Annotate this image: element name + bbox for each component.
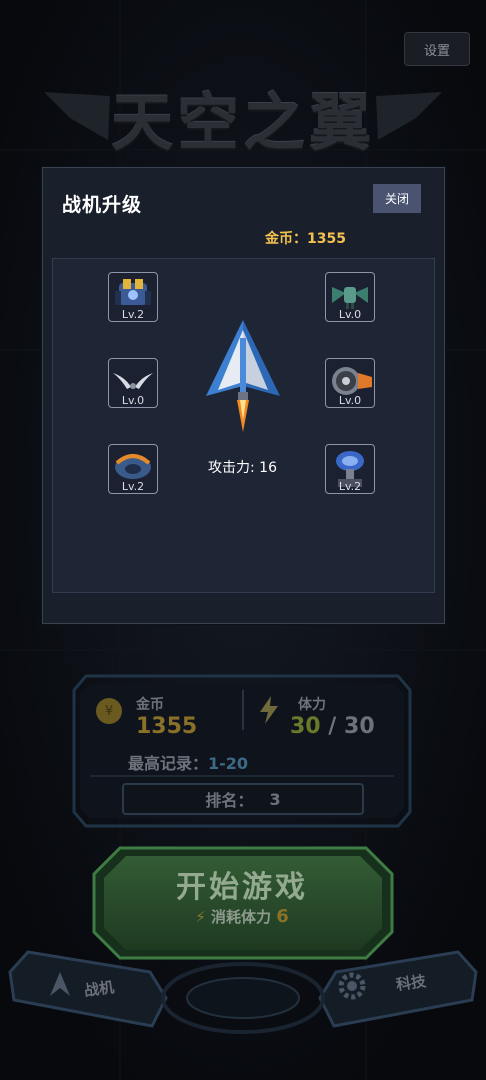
rank-label: 排名： bbox=[205, 791, 254, 810]
stamina-value: 30 / 30 bbox=[290, 714, 375, 739]
coin-value: 1355 bbox=[136, 714, 198, 739]
start-game-button[interactable]: 开始游戏 bbox=[94, 862, 390, 906]
slot-level: Lv.2 bbox=[121, 308, 145, 321]
coin-label: 金币 bbox=[136, 697, 164, 713]
jet-icon bbox=[50, 972, 70, 996]
slot-level: Lv.0 bbox=[338, 308, 362, 321]
cost-value: 6 bbox=[276, 906, 289, 927]
tech-nav-label: 科技 bbox=[394, 971, 428, 994]
equip-slot-3[interactable]: Lv.0 bbox=[108, 358, 158, 408]
settings-button[interactable]: 设置 bbox=[404, 32, 470, 66]
stamina-cost: ⚡ 消耗体力 6 bbox=[94, 906, 390, 927]
cost-label: 消耗体力 bbox=[211, 908, 272, 926]
record-label: 最高记录： bbox=[128, 754, 209, 773]
equip-slot-6[interactable]: Lv.2 bbox=[325, 444, 375, 494]
stamina-max: 30 bbox=[344, 714, 375, 739]
game-title: 天空之翼 bbox=[110, 86, 375, 159]
coin-icon: ¥ bbox=[96, 698, 122, 724]
equip-slot-1[interactable]: Lv.2 bbox=[108, 272, 158, 322]
slot-level: Lv.0 bbox=[121, 394, 145, 407]
cost-lightning-icon: ⚡ bbox=[195, 908, 206, 926]
tech-nav-button[interactable]: 科技 bbox=[330, 962, 470, 1012]
rank-bar: 排名： 3 bbox=[122, 783, 364, 815]
slot-level: Lv.2 bbox=[338, 480, 362, 493]
fighter-jet-icon bbox=[206, 320, 280, 432]
gold-display: 金币：1355 bbox=[265, 231, 346, 247]
slot-level: Lv.0 bbox=[338, 394, 362, 407]
equip-slot-5[interactable]: Lv.2 bbox=[108, 444, 158, 494]
slot-level: Lv.2 bbox=[121, 480, 145, 493]
stamina-sep: / bbox=[328, 714, 337, 739]
best-record: 最高记录：1-20 bbox=[128, 750, 248, 774]
stamina-current: 30 bbox=[290, 714, 321, 739]
fighter-nav-button[interactable]: 战机 bbox=[28, 962, 158, 1012]
rank-value: 3 bbox=[269, 789, 281, 809]
modal-title: 战机升级 bbox=[62, 194, 143, 216]
record-value: 1-20 bbox=[208, 754, 249, 773]
gear-icon bbox=[338, 972, 366, 1000]
stamina-label: 体力 bbox=[298, 697, 326, 713]
equip-slot-2[interactable]: Lv.0 bbox=[325, 272, 375, 322]
equip-slot-4[interactable]: Lv.0 bbox=[325, 358, 375, 408]
close-button[interactable]: 关闭 bbox=[373, 184, 421, 213]
lightning-icon bbox=[260, 696, 278, 724]
fighter-nav-label: 战机 bbox=[82, 977, 116, 1000]
attack-power: 攻击力: 16 bbox=[208, 460, 277, 476]
